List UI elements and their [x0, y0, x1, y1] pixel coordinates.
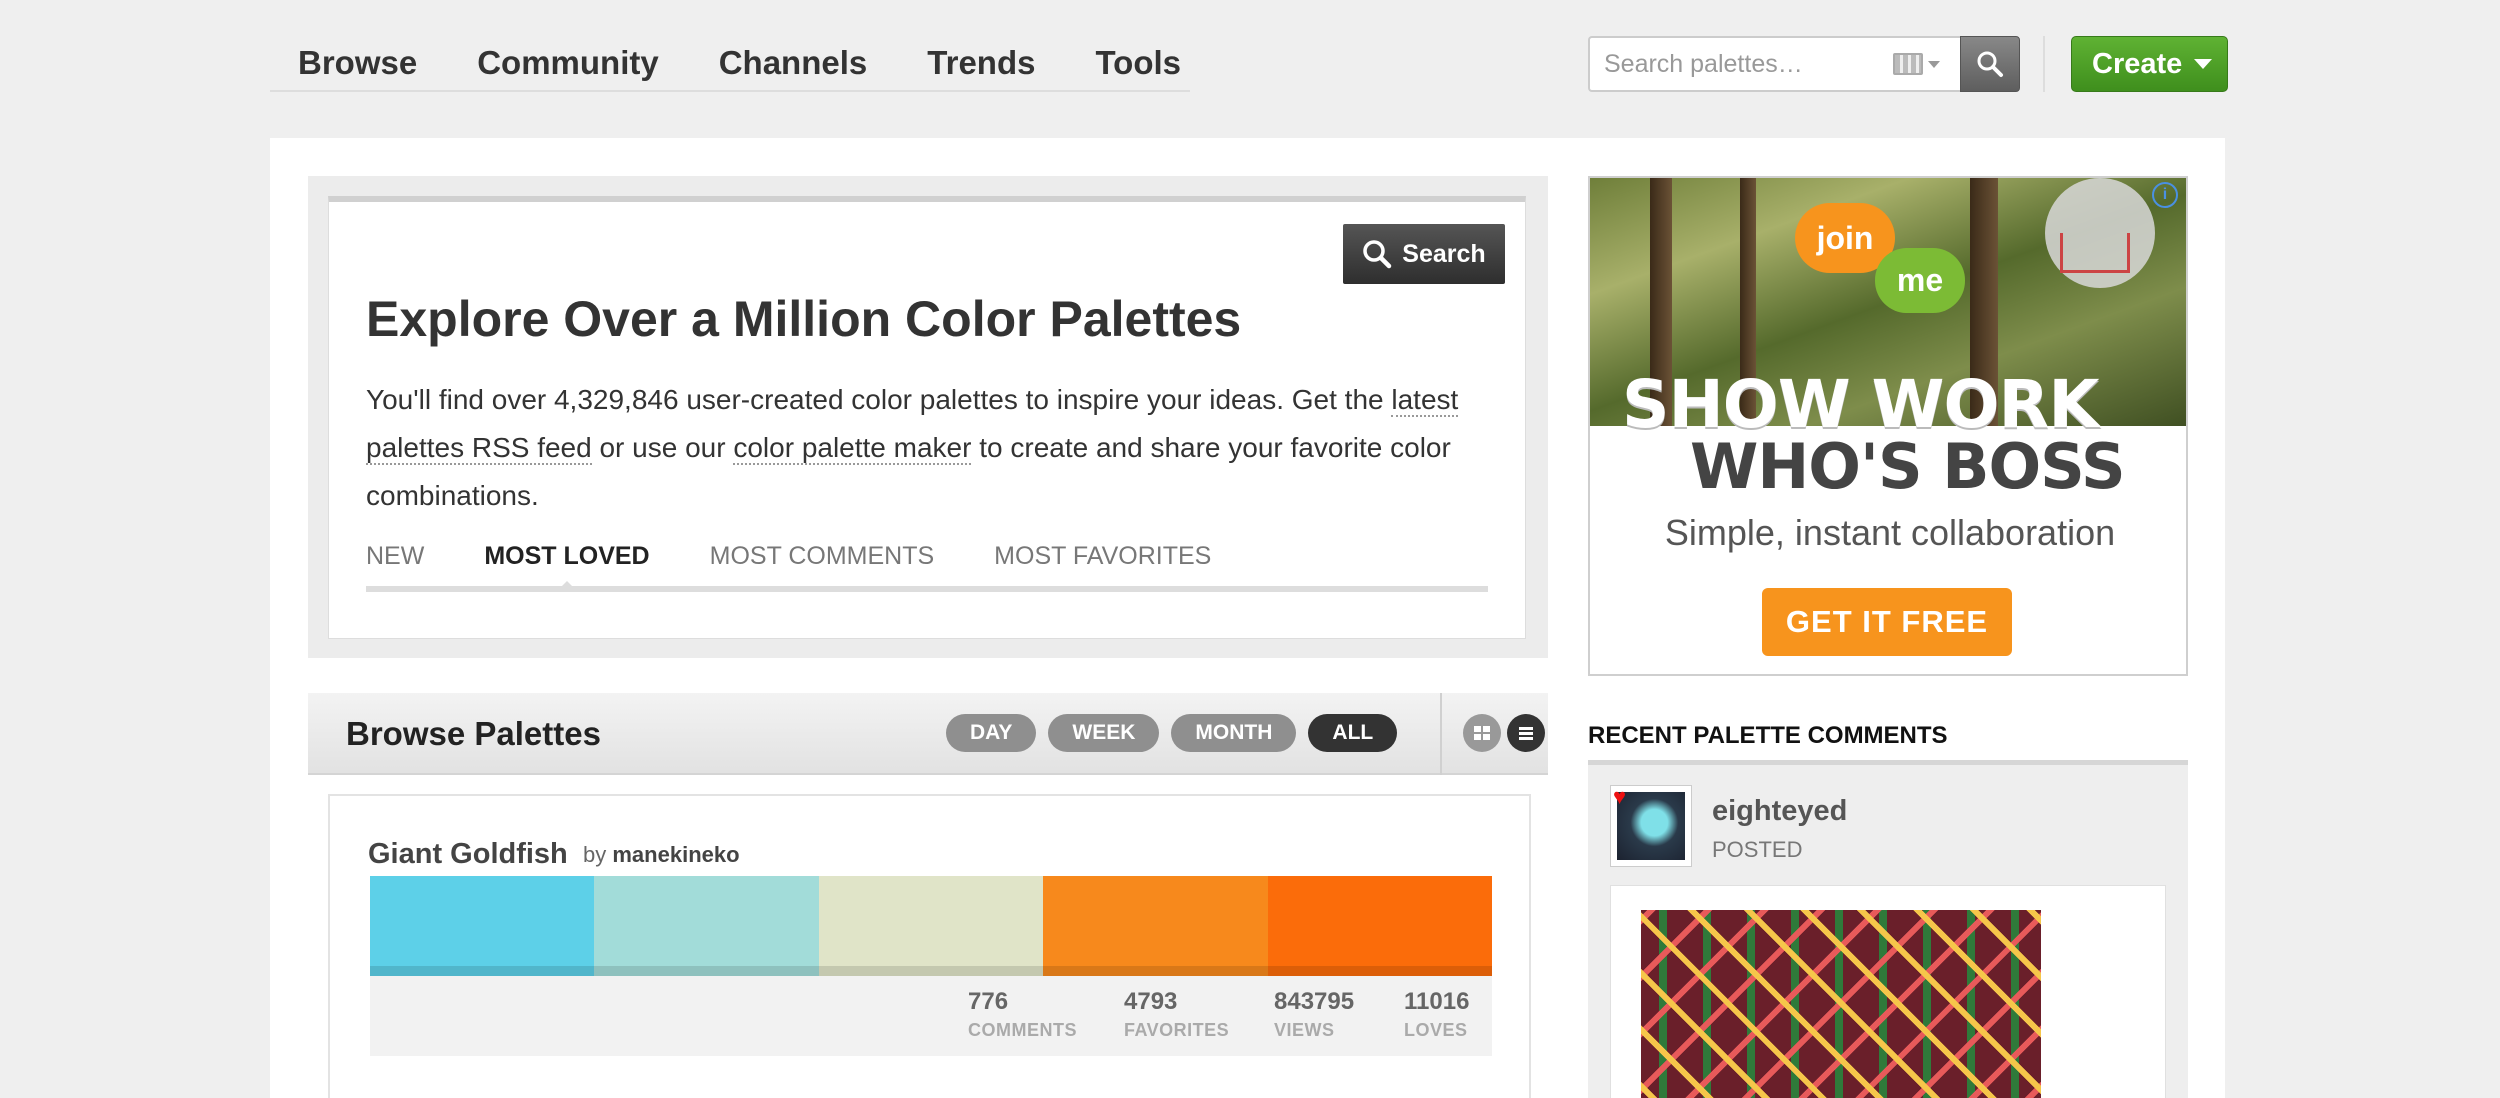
browse-header: Browse Palettes DAY WEEK MONTH ALL	[308, 693, 1548, 775]
range-day[interactable]: DAY	[946, 714, 1037, 752]
range-week[interactable]: WEEK	[1048, 714, 1160, 752]
create-label: Create	[2092, 47, 2183, 80]
header-divider	[2043, 36, 2045, 92]
heart-icon: ♥	[1613, 784, 1627, 809]
color-swatch[interactable]	[594, 876, 820, 976]
chevron-down-icon	[1928, 60, 1940, 68]
range-all[interactable]: ALL	[1308, 714, 1398, 752]
time-range-filter: DAY WEEK MONTH ALL	[946, 714, 1398, 752]
ad-bubble-me: me	[1875, 248, 1965, 313]
comment-card	[1610, 885, 2166, 1098]
nav-browse[interactable]: Browse	[298, 38, 417, 82]
stat-loves-value: 11016	[1404, 988, 1470, 1015]
search-button[interactable]	[1960, 36, 2020, 92]
palette-maker-link[interactable]: color palette maker	[733, 432, 972, 465]
comment-action: POSTED	[1712, 837, 1803, 862]
palette-title[interactable]: Giant Goldfish	[368, 838, 568, 871]
ad-hoop-net	[2060, 233, 2130, 273]
grid-icon	[1474, 726, 1490, 740]
recent-comments-panel: ♥ eighteyed POSTED	[1588, 760, 2188, 1098]
range-month[interactable]: MONTH	[1171, 714, 1297, 752]
avatar[interactable]: ♥	[1610, 785, 1692, 867]
explore-box: Search Explore Over a Million Color Pale…	[328, 196, 1526, 639]
view-toggle	[1463, 714, 1545, 752]
stat-views-label: VIEWS	[1274, 1020, 1335, 1040]
top-nav: Browse Community Channels Trends Tools	[270, 38, 1190, 92]
caret-down-icon	[2194, 59, 2213, 69]
explore-search-label: Search	[1402, 239, 1486, 268]
palette-stats: 776 COMMENTS 4793 FAVORITES 843795 VIEWS…	[370, 976, 1492, 1056]
explore-section: Search Explore Over a Million Color Pale…	[308, 176, 1548, 658]
color-swatch[interactable]	[370, 876, 595, 976]
by-label: by	[583, 842, 607, 867]
palette-card: Giant Goldfish by manekineko 776 COMMENT…	[328, 794, 1531, 1098]
stat-comments-label: COMMENTS	[968, 1020, 1077, 1040]
list-view-button[interactable]	[1507, 714, 1545, 752]
list-icon	[1519, 727, 1533, 740]
tab-most-comments[interactable]: MOST COMMENTS	[710, 542, 935, 586]
nav-tools[interactable]: Tools	[1095, 38, 1181, 82]
nav-community[interactable]: Community	[477, 38, 659, 82]
desc-text-1: You'll find over 4,329,846 user-created …	[366, 384, 1392, 415]
search-icon	[1977, 51, 2003, 77]
stat-favorites-label: FAVORITES	[1124, 1020, 1230, 1040]
tab-most-loved[interactable]: MOST LOVED	[484, 542, 650, 590]
ad-info-icon[interactable]: i	[2152, 182, 2178, 208]
palette-author[interactable]: manekineko	[612, 842, 739, 867]
ad-cta-button[interactable]: GET IT FREE	[1762, 588, 2012, 656]
color-swatch[interactable]	[1267, 876, 1493, 976]
ad-headline-2: WHO'S BOSS	[1690, 430, 2126, 503]
explore-description: You'll find over 4,329,846 user-created …	[366, 376, 1486, 520]
browse-divider	[1440, 693, 1442, 775]
color-swatch[interactable]	[818, 876, 1044, 976]
explore-search-button[interactable]: Search	[1343, 224, 1505, 284]
comment-username[interactable]: eighteyed	[1712, 795, 1847, 828]
stat-comments-value: 776	[968, 988, 1009, 1015]
sort-tabs: NEW MOST LOVED MOST COMMENTS MOST FAVORI…	[366, 542, 1488, 592]
desc-text-2: or use our	[591, 432, 734, 463]
page-title: Explore Over a Million Color Palettes	[366, 291, 1242, 347]
tab-most-favorites[interactable]: MOST FAVORITES	[994, 542, 1211, 586]
nav-trends[interactable]: Trends	[927, 38, 1035, 82]
palette-byline: by manekineko	[583, 842, 740, 868]
avatar-image	[1617, 792, 1685, 860]
stat-views: 843795 VIEWS	[1274, 988, 1354, 1041]
nav-channels[interactable]: Channels	[719, 38, 868, 82]
ad-tagline: Simple, instant collaboration	[1664, 512, 2116, 553]
search-icon	[1363, 240, 1392, 269]
stat-views-value: 843795	[1274, 988, 1355, 1015]
color-swatch[interactable]	[1043, 876, 1269, 976]
search-type-dropdown[interactable]	[1893, 53, 1940, 75]
stat-loves-label: LOVES	[1404, 1020, 1468, 1040]
header-search	[1588, 36, 2020, 92]
stat-favorites: 4793 FAVORITES	[1124, 988, 1229, 1041]
main-panel: Search Explore Over a Million Color Pale…	[270, 138, 2225, 1098]
stat-favorites-value: 4793	[1124, 988, 1178, 1015]
advertisement[interactable]: i join me SHOW WORK WHO'S BOSS Simple, i…	[1588, 176, 2188, 676]
palette-icon	[1893, 53, 1923, 75]
recent-comments-heading: RECENT PALETTE COMMENTS	[1588, 722, 1948, 749]
palette-swatches[interactable]	[370, 876, 1493, 976]
tab-new[interactable]: NEW	[366, 542, 424, 586]
grid-view-button[interactable]	[1463, 714, 1501, 752]
stat-comments: 776 COMMENTS	[968, 988, 1077, 1041]
stat-loves: 11016 LOVES	[1404, 988, 1469, 1041]
create-button[interactable]: Create	[2071, 36, 2228, 92]
pattern-thumbnail[interactable]	[1641, 910, 2041, 1098]
browse-title: Browse Palettes	[346, 715, 601, 752]
search-field-wrap	[1588, 36, 1960, 92]
